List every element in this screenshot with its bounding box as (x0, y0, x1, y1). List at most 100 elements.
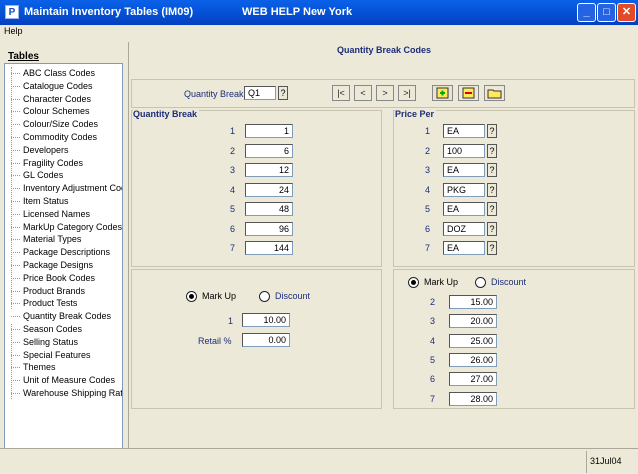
quantity-input[interactable]: 12 (245, 163, 293, 177)
tree-item[interactable]: Product Brands (5, 285, 85, 298)
markup-value-input[interactable]: 25.00 (449, 333, 497, 348)
previous-record-button[interactable]: < (354, 85, 372, 101)
left-markup-row-label: 1 (228, 316, 234, 326)
main-panel: Quantity Break Codes Quantity Break Q1 ?… (128, 42, 638, 448)
close-button[interactable]: ✕ (617, 3, 636, 22)
add-icon (436, 87, 449, 99)
markup-value-input[interactable]: 28.00 (449, 391, 497, 406)
quantity-row-number: 3 (230, 165, 236, 175)
tree-item[interactable]: Themes (5, 361, 56, 374)
right-discount-label: Discount (491, 277, 527, 287)
quantity-input[interactable]: 48 (245, 202, 293, 216)
delete-record-button[interactable] (458, 85, 479, 101)
left-discount-radio[interactable] (259, 291, 270, 302)
tree-item[interactable]: Material Types (5, 233, 81, 246)
markup-value-input[interactable]: 15.00 (449, 295, 497, 309)
tree-item[interactable]: Licensed Names (5, 208, 90, 221)
tables-tree: ABC Class Codes Catalogue Codes Character … (4, 63, 123, 468)
price-per-lookup-button[interactable]: ? (487, 163, 497, 177)
quantity-input[interactable]: 24 (245, 182, 293, 197)
tree-item[interactable]: Catalogue Codes (5, 80, 93, 93)
quantity-input[interactable]: 96 (245, 221, 293, 236)
left-markup-value-input[interactable]: 10.00 (242, 313, 290, 327)
quantity-row-number: 4 (230, 184, 236, 195)
price-per-lookup-button[interactable]: ? (487, 202, 497, 216)
title-bar: P Maintain Inventory Tables (IM09) WEB H… (0, 0, 638, 25)
price-per-lookup-button[interactable]: ? (487, 241, 497, 255)
price-per-input[interactable]: EA (443, 202, 485, 216)
right-markup-radio[interactable] (408, 277, 419, 288)
price-per-input[interactable]: EA (443, 163, 485, 177)
status-date: 31Jul04 (590, 456, 622, 466)
tree-item[interactable]: ABC Class Codes (5, 67, 95, 80)
open-folder-button[interactable] (484, 85, 505, 101)
price-per-input[interactable]: PKG (443, 182, 485, 197)
tree-item[interactable]: Character Codes (5, 93, 91, 106)
tree-item[interactable]: Special Features (5, 349, 91, 362)
markup-value-input[interactable]: 27.00 (449, 372, 497, 387)
tree-item[interactable]: Inventory Adjustment Cod (5, 182, 122, 195)
tree-item[interactable]: Quantity Break Codes (5, 310, 112, 324)
right-discount-radio[interactable] (475, 277, 486, 288)
right-markup-group: Mark Up Discount 2 15.00 3 20.00 4 25.00 5 26.0… (393, 269, 635, 409)
markup-value-input[interactable]: 26.00 (449, 352, 497, 367)
tree-item[interactable]: Unit of Measure Codes (5, 374, 115, 387)
web-help-label: WEB HELP (242, 6, 301, 18)
price-per-group-title: Price Per (395, 109, 437, 119)
quantity-break-label: Quantity Break (184, 89, 244, 99)
menu-bar: Help (0, 25, 638, 38)
markup-row-number: 4 (430, 335, 436, 346)
tree-item[interactable]: Developers (5, 144, 69, 157)
quantity-row-number: 2 (230, 145, 236, 156)
price-per-lookup-button[interactable]: ? (487, 124, 497, 138)
quantity-break-input[interactable]: Q1 (244, 86, 276, 100)
price-per-input[interactable]: DOZ (443, 221, 485, 236)
first-record-button[interactable]: |< (332, 85, 350, 101)
price-per-lookup-button[interactable]: ? (487, 182, 497, 197)
price-per-lookup-button[interactable]: ? (487, 143, 497, 158)
quantity-break-lookup-button[interactable]: ? (278, 86, 288, 100)
tree-item[interactable]: GL Codes (5, 169, 63, 182)
price-per-input[interactable]: EA (443, 124, 485, 138)
tree-item[interactable]: Package Designs (5, 259, 93, 272)
left-markup-radio[interactable] (186, 291, 197, 302)
record-toolbar: Quantity Break Q1 ? |< < > >| (131, 79, 635, 108)
price-per-input[interactable]: 100 (443, 143, 485, 158)
price-per-input[interactable]: EA (443, 241, 485, 255)
tree-item[interactable]: Product Tests (5, 297, 77, 310)
tree-item[interactable]: Price Book Codes (5, 272, 95, 285)
tree-item[interactable]: MarkUp Category Codes (5, 221, 122, 234)
tree-item[interactable]: Item Status (5, 195, 69, 208)
tree-item[interactable]: Season Codes (5, 323, 82, 336)
minimize-button[interactable]: _ (577, 3, 596, 22)
next-record-button[interactable]: > (376, 85, 394, 101)
tree-item[interactable]: Package Descriptions (5, 246, 110, 259)
status-divider (586, 451, 587, 473)
tree-item[interactable]: Warehouse Shipping Rat (5, 387, 122, 400)
retail-percent-input[interactable]: 0.00 (242, 333, 290, 347)
markup-row-number: 5 (430, 354, 436, 365)
price-row-number: 1 (425, 126, 431, 136)
maximize-button[interactable]: □ (597, 3, 616, 22)
markup-row-number: 3 (430, 316, 436, 327)
menu-help[interactable]: Help (4, 26, 23, 36)
tree-item[interactable]: Commodity Codes (5, 131, 97, 144)
markup-row-number: 6 (430, 374, 436, 385)
tree-item[interactable]: Colour Schemes (5, 105, 90, 118)
tables-heading: Tables (8, 51, 39, 62)
tree-item[interactable]: Selling Status (5, 336, 78, 349)
tree-item[interactable]: Fragility Codes (5, 157, 83, 170)
right-markup-label: Mark Up (424, 277, 459, 287)
tables-pane: Tables ABC Class Codes Catalogue Codes Cha… (0, 38, 126, 468)
tree-item[interactable]: Colour/Size Codes (5, 118, 98, 131)
retail-percent-label: Retail % (198, 336, 232, 346)
price-row-number: 4 (425, 184, 431, 195)
add-record-button[interactable] (432, 85, 453, 101)
quantity-input[interactable]: 6 (245, 143, 293, 158)
markup-value-input[interactable]: 20.00 (449, 314, 497, 329)
price-per-lookup-button[interactable]: ? (487, 221, 497, 236)
price-row-number: 7 (425, 243, 431, 253)
last-record-button[interactable]: >| (398, 85, 416, 101)
quantity-input[interactable]: 144 (245, 241, 293, 255)
quantity-input[interactable]: 1 (245, 124, 293, 138)
